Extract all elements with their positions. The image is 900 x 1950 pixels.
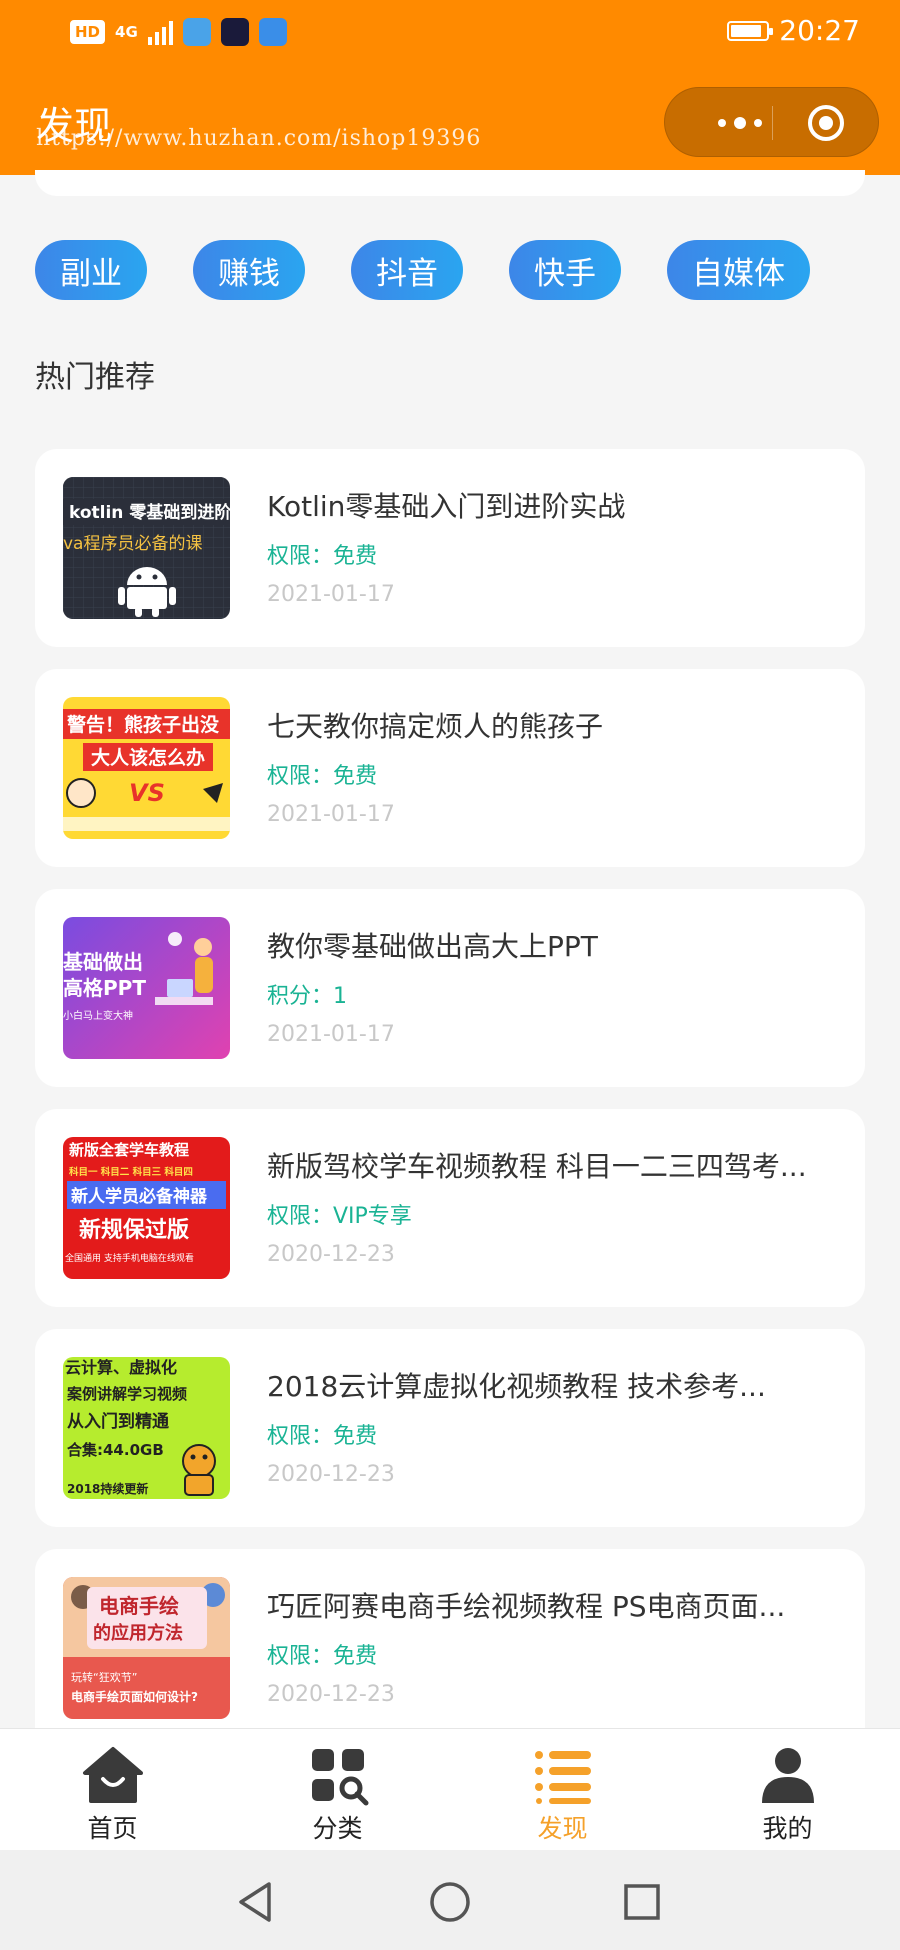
course-thumbnail: 基础做出 高格PPT 小白马上变大神 <box>63 917 230 1059</box>
course-date: 2021-01-17 <box>267 582 395 607</box>
tag-list: 副业 赚钱 抖音 快手 自媒体 <box>35 240 810 300</box>
course-card[interactable]: 警告！熊孩子出没 大人该怎么办 VS 七天教你搞定烦人的熊孩子 权限：免费 20… <box>35 669 865 867</box>
thumb-text: 云计算、虚拟化 <box>65 1358 177 1377</box>
tag-chip[interactable]: 赚钱 <box>193 240 305 300</box>
thumb-text: 案例讲解学习视频 <box>66 1385 187 1403</box>
app-notification-icon <box>220 18 249 46</box>
course-date: 2020-12-23 <box>267 1242 395 1267</box>
thumb-text: 2018持续更新 <box>67 1481 148 1496</box>
course-permission: 权限：免费 <box>267 544 378 569</box>
tab-home[interactable]: 首页 <box>0 1729 225 1851</box>
app-notification-icon <box>258 18 287 46</box>
thumb-text: 警告！熊孩子出没 <box>67 713 220 736</box>
user-icon <box>761 1748 814 1803</box>
tag-chip[interactable]: 副业 <box>35 240 147 300</box>
course-card[interactable]: 基础做出 高格PPT 小白马上变大神 教你零基础做出高大上PPT 积分：1 20… <box>35 889 865 1087</box>
thumb-text: VS <box>129 779 165 807</box>
category-icon <box>311 1749 368 1806</box>
app-notification-icon <box>182 18 211 46</box>
thumb-text: 合集:44.0GB <box>66 1441 164 1459</box>
tab-label: 我的 <box>762 1814 813 1843</box>
course-title: 2018云计算虚拟化视频教程 技术参考... <box>267 1370 766 1403</box>
hd-badge: HD <box>70 20 106 44</box>
tab-label: 首页 <box>87 1814 138 1843</box>
course-card[interactable]: 云计算、虚拟化 案例讲解学习视频 从入门到精通 合集:44.0GB 2018持续… <box>35 1329 865 1527</box>
clock: 20:27 <box>779 14 860 47</box>
course-card[interactable]: kotlin 零基础到进阶 va程序员必备的课 Kotlin零基础入门到进阶实战… <box>35 449 865 647</box>
thumb-text: 电商手绘页面如何设计? <box>71 1689 198 1704</box>
status-bar: HD 4G 20:27 <box>0 0 900 68</box>
tag-chip[interactable]: 快手 <box>509 240 621 300</box>
course-date: 2021-01-17 <box>267 802 395 827</box>
tag-chip[interactable]: 自媒体 <box>667 240 810 300</box>
thumb-text: 大人该怎么办 <box>91 746 205 769</box>
back-icon[interactable] <box>233 1878 281 1926</box>
thumb-text: 小白马上变大神 <box>63 1009 133 1022</box>
thumb-text: va程序员必备的课 <box>63 534 202 554</box>
home-icon <box>82 1747 143 1803</box>
course-thumbnail: 云计算、虚拟化 案例讲解学习视频 从入门到精通 合集:44.0GB 2018持续… <box>63 1357 230 1499</box>
thumb-text: 高格PPT <box>63 976 146 1000</box>
course-card[interactable]: 新版全套学车教程 科目一 科目二 科目三 科目四 新人学员必备神器 新规保过版 … <box>35 1109 865 1307</box>
miniprogram-capsule <box>664 87 879 157</box>
thumb-text: 电商手绘 <box>99 1594 179 1618</box>
course-title: 巧匠阿赛电商手绘视频教程 PS电商页面... <box>267 1590 786 1623</box>
thumb-text: 基础做出 <box>63 950 143 974</box>
course-thumbnail: 电商手绘 的应用方法 玩转“狂欢节” 电商手绘页面如何设计? <box>63 1577 230 1719</box>
capsule-divider <box>772 106 773 140</box>
course-permission: 权限：VIP专享 <box>267 1204 412 1229</box>
tab-discover[interactable]: 发现 <box>450 1729 675 1851</box>
home-nav-icon[interactable] <box>426 1878 474 1926</box>
recents-icon[interactable] <box>618 1878 666 1926</box>
tab-mine[interactable]: 我的 <box>675 1729 900 1851</box>
thumb-text: 从入门到精通 <box>67 1411 169 1432</box>
thumb-text: 的应用方法 <box>93 1622 183 1644</box>
tab-label: 发现 <box>537 1814 588 1843</box>
signal-icon <box>147 19 173 45</box>
system-nav-bar <box>0 1850 900 1950</box>
tab-category[interactable]: 分类 <box>225 1729 450 1851</box>
watermark: https://www.huzhan.com/ishop19396 <box>36 126 482 151</box>
course-title: 七天教你搞定烦人的熊孩子 <box>267 710 604 743</box>
discover-list-icon <box>534 1751 591 1804</box>
course-permission: 权限：免费 <box>267 1644 378 1669</box>
network-type: 4G <box>115 23 138 41</box>
tab-label: 分类 <box>312 1814 363 1843</box>
thumb-text: 全国通用 支持手机电脑在线观看 <box>65 1252 194 1264</box>
course-thumbnail: 新版全套学车教程 科目一 科目二 科目三 科目四 新人学员必备神器 新规保过版 … <box>63 1137 230 1279</box>
thumb-text: 新人学员必备神器 <box>71 1186 208 1207</box>
course-permission: 积分：1 <box>267 984 347 1009</box>
course-thumbnail: kotlin 零基础到进阶 va程序员必备的课 <box>63 477 230 619</box>
course-permission: 权限：免费 <box>267 1424 378 1449</box>
course-title: 教你零基础做出高大上PPT <box>267 930 598 963</box>
thumb-text: 新版全套学车教程 <box>69 1141 189 1159</box>
course-date: 2021-01-17 <box>267 1022 395 1047</box>
bottom-tab-bar: 首页 分类 发现 我的 <box>0 1728 900 1850</box>
course-title: Kotlin零基础入门到进阶实战 <box>267 490 626 523</box>
thumb-text: kotlin 零基础到进阶 <box>69 502 230 523</box>
app-header: HD 4G 20:27 发现 https://www.huzhan.com/is… <box>0 0 900 175</box>
battery-icon <box>727 20 774 41</box>
course-title: 新版驾校学车视频教程 科目一二三四驾考... <box>267 1150 807 1183</box>
section-title: 热门推荐 <box>35 360 155 395</box>
thumb-text: 科目一 科目二 科目三 科目四 <box>69 1166 193 1178</box>
close-miniprogram-icon[interactable] <box>808 105 844 141</box>
course-date: 2020-12-23 <box>267 1462 395 1487</box>
tag-chip[interactable]: 抖音 <box>351 240 463 300</box>
course-date: 2020-12-23 <box>267 1682 395 1707</box>
thumb-text: 新规保过版 <box>79 1217 189 1243</box>
course-permission: 权限：免费 <box>267 764 378 789</box>
course-thumbnail: 警告！熊孩子出没 大人该怎么办 VS <box>63 697 230 839</box>
thumb-text: 玩转“狂欢节” <box>71 1670 137 1684</box>
search-bar[interactable] <box>35 170 865 196</box>
